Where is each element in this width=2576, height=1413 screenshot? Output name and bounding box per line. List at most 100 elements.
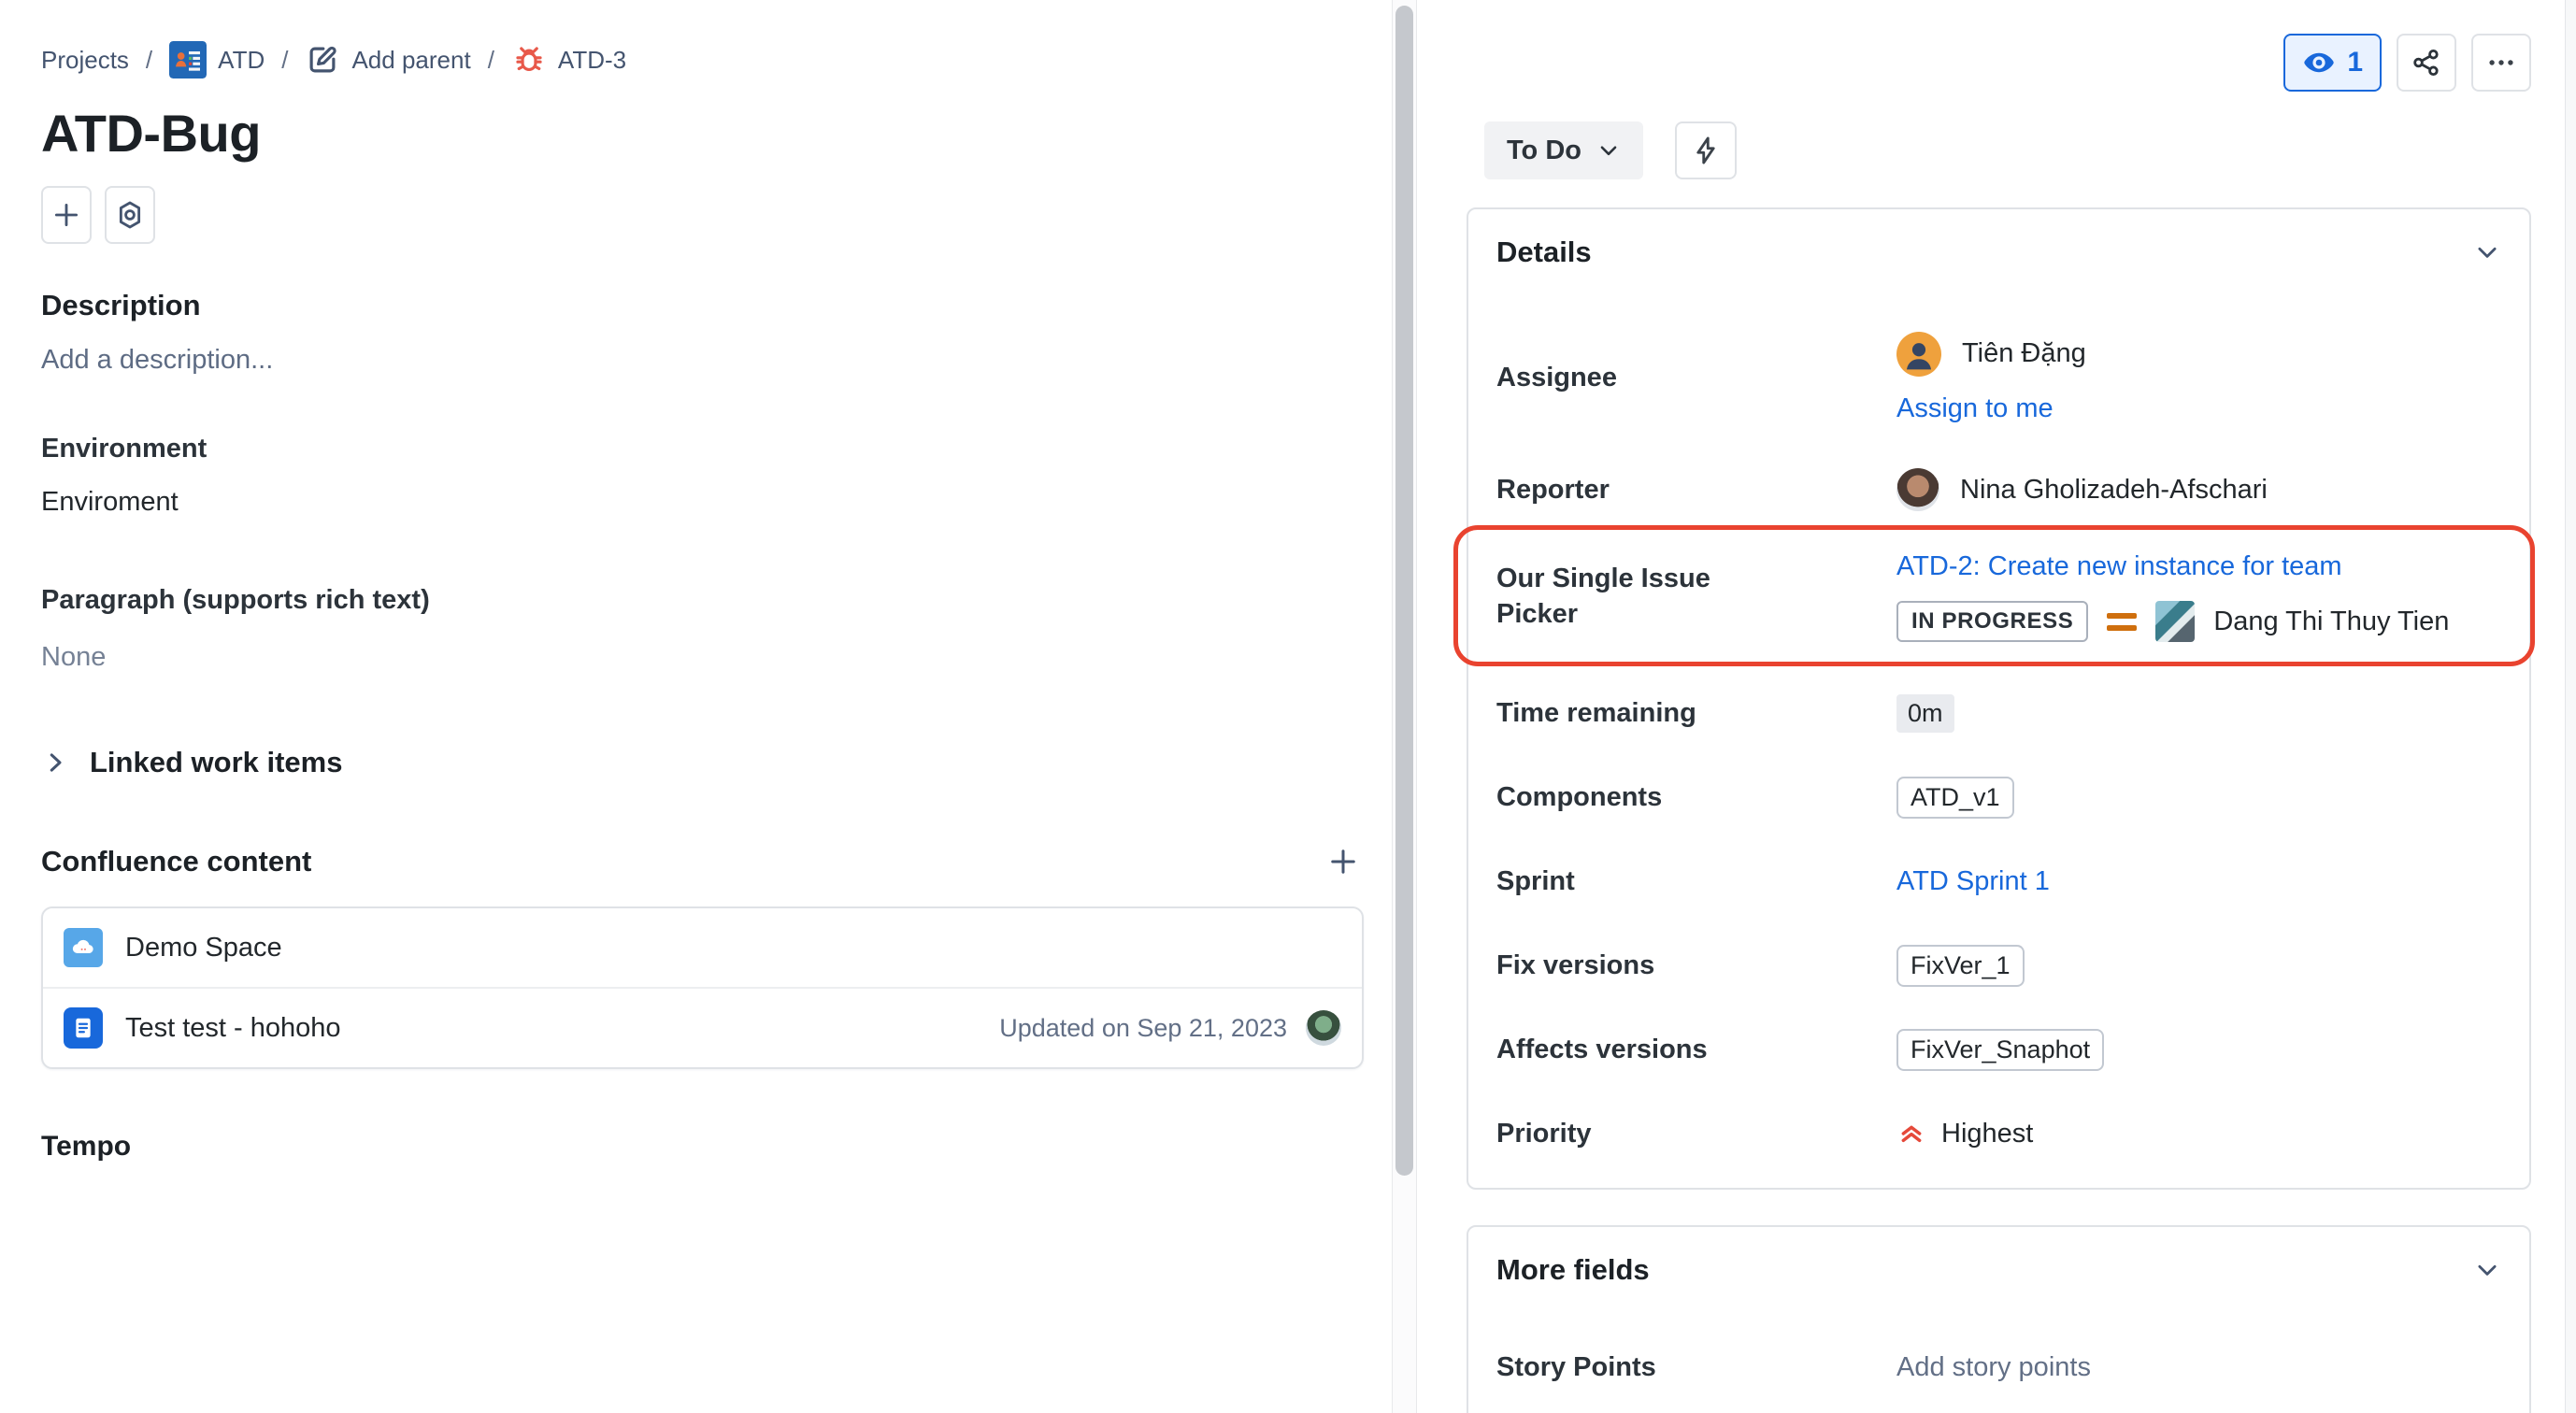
linked-issue-assignee-name: Dang Thi Thuy Tien: [2213, 607, 2449, 637]
breadcrumb-project-label: ATD: [218, 46, 265, 75]
issue-main-panel: Projects / ATD /: [0, 0, 1392, 1413]
fix-version-chip[interactable]: FixVer_1: [1896, 945, 2025, 987]
watch-count: 1: [2347, 47, 2363, 78]
confluence-space-title: Demo Space: [125, 933, 282, 963]
add-confluence-content-button[interactable]: [1323, 841, 1364, 882]
time-remaining-value[interactable]: 0m: [1896, 694, 1954, 733]
environment-value[interactable]: Enviroment: [41, 487, 1364, 518]
components-label: Components: [1496, 782, 1896, 813]
more-icon: [2485, 47, 2517, 78]
plus-icon: [50, 199, 82, 231]
automation-icon: [1690, 135, 1722, 166]
confluence-page-title: Test test - hohoho: [125, 1013, 341, 1044]
status-lozenge: IN PROGRESS: [1896, 601, 2088, 642]
scrollbar-thumb[interactable]: [1395, 6, 1413, 1176]
assignee-name: Tiên Đặng: [1962, 338, 2086, 369]
story-points-placeholder[interactable]: Add story points: [1896, 1352, 2501, 1383]
avatar: [1306, 1010, 1341, 1046]
reporter-row: Reporter Nina Gholizadeh-Afschari: [1496, 460, 2501, 520]
breadcrumb-add-parent-label: Add parent: [351, 46, 470, 75]
more-fields-card: More fields Story Points Add story point…: [1467, 1225, 2531, 1413]
priority-label: Priority: [1496, 1119, 1896, 1149]
assignee-row: Assignee Tiên Đặng Assign to me: [1496, 320, 2501, 435]
time-remaining-row: Time remaining 0m: [1496, 683, 2501, 743]
share-button[interactable]: [2397, 34, 2456, 92]
status-dropdown[interactable]: To Do: [1484, 121, 1643, 179]
confluence-space-row[interactable]: Demo Space: [43, 908, 1362, 987]
breadcrumb: Projects / ATD /: [41, 41, 1364, 78]
fix-versions-label: Fix versions: [1496, 950, 1896, 981]
component-chip[interactable]: ATD_v1: [1896, 777, 2014, 819]
chevron-down-icon: [2473, 1256, 2501, 1284]
avatar: [1896, 332, 1941, 377]
more-fields-heading: More fields: [1496, 1253, 1650, 1287]
affects-version-chip[interactable]: FixVer_Snaphot: [1896, 1029, 2104, 1071]
reporter-label: Reporter: [1496, 475, 1896, 506]
add-button[interactable]: [41, 186, 92, 244]
breadcrumb-separator: /: [144, 46, 154, 75]
page-title: ATD-Bug: [41, 103, 1364, 164]
jira-issue-view: Projects / ATD /: [0, 0, 2576, 1413]
breadcrumb-issue-key[interactable]: ATD-3: [511, 42, 626, 78]
confluence-content-heading: Confluence content: [41, 845, 311, 878]
priority-value[interactable]: Highest: [1896, 1119, 2501, 1149]
priority-highest-icon: [1896, 1119, 1926, 1149]
apps-button[interactable]: [105, 186, 155, 244]
window-scrollbar[interactable]: [2565, 0, 2576, 1413]
automation-button[interactable]: [1675, 121, 1737, 179]
status-label: To Do: [1507, 136, 1581, 166]
confluence-page-row[interactable]: Test test - hohoho Updated on Sep 21, 20…: [43, 987, 1362, 1067]
single-issue-picker-row: Our Single Issue Picker ATD-2: Create ne…: [1496, 551, 2501, 642]
details-card: Details Assignee: [1467, 207, 2531, 1190]
story-points-label: Story Points: [1496, 1352, 1896, 1383]
watch-button[interactable]: 1: [2283, 34, 2382, 92]
edit-icon: [305, 42, 340, 78]
sprint-link[interactable]: ATD Sprint 1: [1896, 866, 2501, 897]
breadcrumb-separator: /: [279, 46, 290, 75]
paragraph-field-heading: Paragraph (supports rich text): [41, 585, 1364, 616]
assignee-label: Assignee: [1496, 363, 1896, 393]
linked-work-items-toggle[interactable]: Linked work items: [41, 746, 1364, 779]
linked-work-items-heading: Linked work items: [90, 746, 342, 779]
time-remaining-label: Time remaining: [1496, 698, 1896, 729]
breadcrumb-add-parent[interactable]: Add parent: [305, 42, 470, 78]
breadcrumb-separator: /: [486, 46, 496, 75]
single-issue-picker-label: Our Single Issue Picker: [1496, 562, 1730, 632]
avatar: [1896, 468, 1939, 511]
chevron-right-icon: [41, 749, 69, 777]
linked-issue-link[interactable]: ATD-2: Create new instance for team: [1896, 551, 2501, 582]
reporter-value[interactable]: Nina Gholizadeh-Afschari: [1896, 468, 2501, 511]
confluence-page-icon: [64, 1007, 103, 1049]
plus-icon: [1326, 845, 1360, 878]
tempo-heading: Tempo: [41, 1131, 1364, 1163]
affects-versions-row: Affects versions FixVer_Snaphot: [1496, 1020, 2501, 1079]
project-avatar-icon: [169, 41, 207, 78]
bug-icon: [511, 42, 547, 78]
share-icon: [2411, 47, 2442, 78]
description-heading: Description: [41, 289, 1364, 322]
more-fields-header[interactable]: More fields: [1496, 1253, 2501, 1287]
left-panel-scrollbar: [1392, 0, 1417, 1413]
chevron-down-icon: [1596, 138, 1621, 163]
apps-icon: [114, 199, 146, 231]
avatar: [2155, 601, 2195, 642]
more-actions-button[interactable]: [2471, 34, 2531, 92]
sprint-row: Sprint ATD Sprint 1: [1496, 851, 2501, 911]
chevron-down-icon: [2473, 238, 2501, 266]
breadcrumb-issue-key-label: ATD-3: [558, 46, 626, 75]
priority-row: Priority Highest: [1496, 1104, 2501, 1163]
assignee-value[interactable]: Tiên Đặng: [1896, 332, 2501, 377]
details-card-header[interactable]: Details: [1496, 236, 2501, 269]
fix-versions-row: Fix versions FixVer_1: [1496, 935, 2501, 995]
priority-name: Highest: [1941, 1119, 2033, 1149]
eye-watch-icon: [2302, 46, 2336, 79]
assign-to-me-link[interactable]: Assign to me: [1896, 393, 2501, 424]
description-placeholder[interactable]: Add a description...: [41, 345, 1364, 376]
sprint-label: Sprint: [1496, 866, 1896, 897]
paragraph-field-value[interactable]: None: [41, 642, 1364, 673]
reporter-name: Nina Gholizadeh-Afschari: [1960, 475, 2268, 506]
breadcrumb-projects[interactable]: Projects: [41, 46, 129, 75]
components-row: Components ATD_v1: [1496, 767, 2501, 827]
breadcrumb-project[interactable]: ATD: [169, 41, 265, 78]
issue-context-panel: 1 To Do: [1417, 0, 2576, 1413]
